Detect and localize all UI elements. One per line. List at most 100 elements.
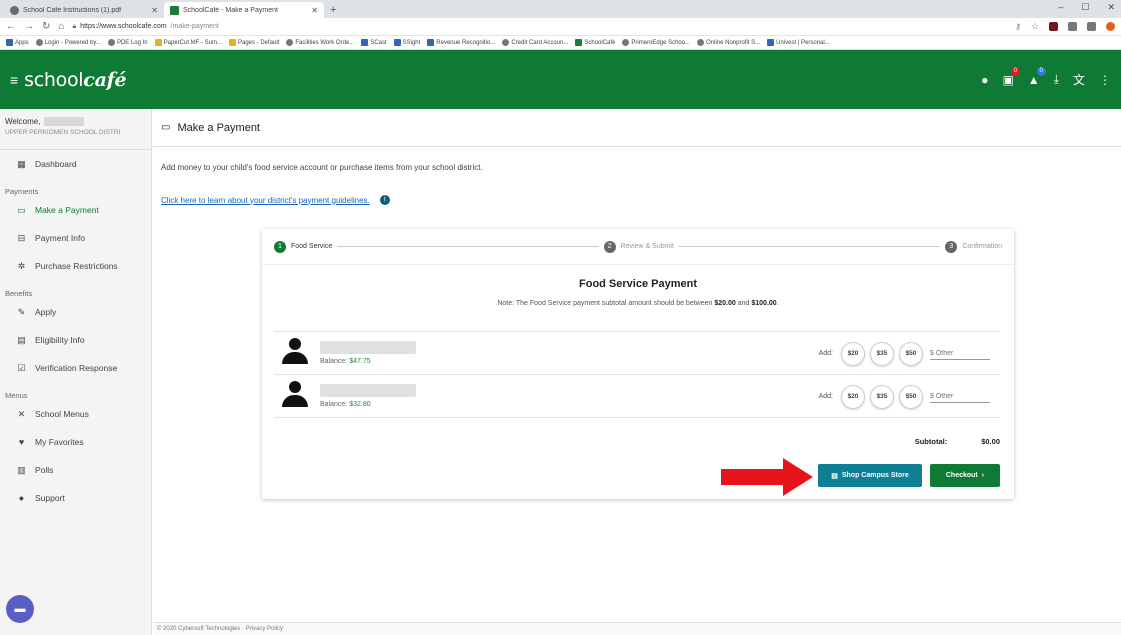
- bookmark-item[interactable]: PaperCut MF - Sum...: [154, 39, 222, 46]
- profile-avatar-icon[interactable]: [1106, 22, 1115, 31]
- other-amount-input[interactable]: [930, 390, 990, 403]
- sidebar-item-verification-response[interactable]: ☑ Verification Response: [0, 354, 151, 382]
- person-icon: [280, 336, 310, 370]
- sidebar-item-polls[interactable]: ▥ Polls: [0, 456, 151, 484]
- bookmark-icon: [427, 39, 435, 46]
- extension-icon[interactable]: [1068, 22, 1077, 31]
- close-icon[interactable]: ✕: [311, 6, 318, 15]
- bookmark-item[interactable]: Credit Card Accoun...: [502, 39, 568, 46]
- bookmark-icon: [767, 39, 775, 46]
- guidelines-link[interactable]: Click here to learn about your district'…: [161, 195, 390, 205]
- home-icon[interactable]: ⌂: [58, 21, 64, 32]
- add-amount-controls: Add: $20 $35 $50: [819, 332, 990, 375]
- step-divider: [678, 246, 941, 247]
- window-close-icon[interactable]: ✕: [1107, 2, 1115, 13]
- bookmark-item[interactable]: Facilities Work Orde...: [286, 39, 354, 46]
- add-amount-controls: Add: $20 $35 $50: [819, 375, 990, 418]
- translate-icon[interactable]: 文: [1073, 71, 1085, 88]
- sidebar-item-school-menus[interactable]: ✕ School Menus: [0, 400, 151, 428]
- forward-icon[interactable]: →: [24, 21, 34, 32]
- add-label: Add:: [818, 393, 833, 400]
- other-amount-input[interactable]: [930, 347, 990, 360]
- bookmark-item[interactable]: SCast: [361, 39, 387, 46]
- bookmark-icon: [393, 39, 401, 46]
- subtotal-value: $0.00: [981, 437, 1000, 446]
- more-vertical-icon[interactable]: ⋮: [1099, 73, 1111, 87]
- browser-tab-pdf[interactable]: School Cafe Instructions (1).pdf ✕: [4, 2, 164, 18]
- sidebar-item-purchase-restrictions[interactable]: ✲ Purchase Restrictions: [0, 252, 151, 280]
- amount-20-button[interactable]: $20: [841, 384, 865, 409]
- maximize-icon[interactable]: ☐: [1081, 2, 1089, 13]
- sidebar-section-menus: Menus: [5, 391, 28, 400]
- subtotal-row: Subtotal: $0.00: [915, 437, 1000, 446]
- payment-card: 1 Food Service 2 Review & Submit 3 Confirma…: [262, 229, 1014, 499]
- dashboard-icon: ▦: [17, 158, 26, 169]
- bookmark-icon: [361, 39, 369, 46]
- extension-icons: ⚷ ☆: [1015, 22, 1115, 31]
- address-bar[interactable]: 🔒︎ https://www.schoolcafe.com/make-payme…: [72, 23, 1007, 31]
- chat-button[interactable]: ▬: [6, 595, 34, 623]
- bookmark-item[interactable]: SchoolCafé: [575, 39, 615, 46]
- bookmark-icon: [622, 39, 630, 46]
- info-icon[interactable]: i: [379, 195, 390, 205]
- add-label: Add:: [818, 350, 833, 357]
- globe-icon: [107, 39, 115, 46]
- student-info: Balance: $47.75: [320, 341, 416, 365]
- favorites-icon: ♥: [18, 437, 25, 447]
- extension-icon[interactable]: [1087, 22, 1096, 31]
- reload-icon[interactable]: ↻: [42, 21, 50, 32]
- bookmark-item[interactable]: Online Nonprofit S...: [697, 39, 760, 46]
- bookmark-item[interactable]: PrimeroEdge Schoo...: [622, 39, 690, 46]
- bookmark-item[interactable]: SSight: [393, 39, 420, 46]
- hamburger-menu-icon[interactable]: ≡: [10, 72, 18, 88]
- sidebar-section-benefits: Benefits: [5, 289, 33, 298]
- sidebar-item-my-favorites[interactable]: ♥ My Favorites: [0, 428, 151, 456]
- subtotal-note: Note: The Food Service payment subtotal …: [497, 300, 779, 307]
- amount-50-button[interactable]: $50: [899, 384, 923, 409]
- back-icon[interactable]: ←: [6, 21, 16, 32]
- cart-icon[interactable]: ▣ 0: [1002, 66, 1020, 87]
- schoolcafe-logo[interactable]: schoolcafé: [24, 69, 126, 91]
- amount-35-button[interactable]: $35: [870, 341, 894, 366]
- amount-35-button[interactable]: $35: [870, 384, 894, 409]
- stepper: 1 Food Service 2 Review & Submit 3 Confirma…: [262, 229, 1014, 265]
- browser-tab-schoolcafe[interactable]: SchoolCafé - Make a Payment ✕: [164, 2, 324, 18]
- sidebar-item-payment-info[interactable]: ⊟ Payment Info: [0, 224, 151, 252]
- student-list: Balance: $47.75 Add: $20 $35 $50 Balance…: [274, 331, 1000, 418]
- sidebar-item-eligibility-info[interactable]: ▤ Eligibility Info: [0, 326, 151, 354]
- page-title: Make a Payment: [177, 121, 260, 134]
- lock-icon: 🔒︎: [72, 22, 77, 30]
- pen-icon: ✎: [17, 306, 26, 317]
- intro-text: Add money to your child's food service a…: [161, 163, 483, 172]
- extension-icon[interactable]: [1049, 22, 1058, 31]
- sidebar-item-support[interactable]: ● Support: [0, 484, 151, 512]
- tab-title: SchoolCafé - Make a Payment: [183, 6, 278, 14]
- checkout-button[interactable]: Checkout ›: [930, 464, 1000, 487]
- window-controls: – ☐ ✕: [1058, 2, 1115, 13]
- bookmark-item[interactable]: Apps: [6, 39, 29, 46]
- key-icon[interactable]: ⚷: [1015, 22, 1021, 31]
- close-icon[interactable]: ✕: [151, 6, 158, 15]
- user-icon[interactable]: ●: [981, 73, 988, 87]
- subtotal-label: Subtotal:: [914, 437, 948, 446]
- shop-campus-store-button[interactable]: ▤ Shop Campus Store: [818, 464, 922, 487]
- student-balance: Balance: $47.75: [320, 358, 371, 365]
- new-tab-icon[interactable]: +: [324, 2, 342, 18]
- amount-50-button[interactable]: $50: [899, 341, 923, 366]
- sidebar-item-apply[interactable]: ✎ Apply: [0, 298, 151, 326]
- bookmark-item[interactable]: Revenue Recognitio...: [427, 39, 495, 46]
- bookmark-item[interactable]: Login - Powered by...: [35, 39, 101, 46]
- card-actions: ▤ Shop Campus Store Checkout ›: [818, 464, 1000, 487]
- notification-bell-icon[interactable]: ▲ 0: [1028, 66, 1046, 87]
- bookmark-item[interactable]: PDE Log In: [107, 39, 148, 46]
- bookmark-item[interactable]: Univest | Personal...: [767, 39, 830, 46]
- main-content: ▭ Make a Payment Add money to your child…: [153, 109, 1121, 635]
- sidebar-item-dashboard[interactable]: ▦ Dashboard: [0, 150, 151, 178]
- bookmark-item[interactable]: Pages - Default: [229, 39, 279, 46]
- amount-20-button[interactable]: $20: [841, 341, 865, 366]
- minimize-icon[interactable]: –: [1058, 2, 1063, 13]
- utensils-icon: ✕: [17, 408, 26, 419]
- bookmark-star-icon[interactable]: ☆: [1031, 22, 1039, 31]
- download-icon[interactable]: ⤓: [1054, 72, 1059, 87]
- sidebar-item-make-payment[interactable]: ▭ Make a Payment: [0, 196, 151, 224]
